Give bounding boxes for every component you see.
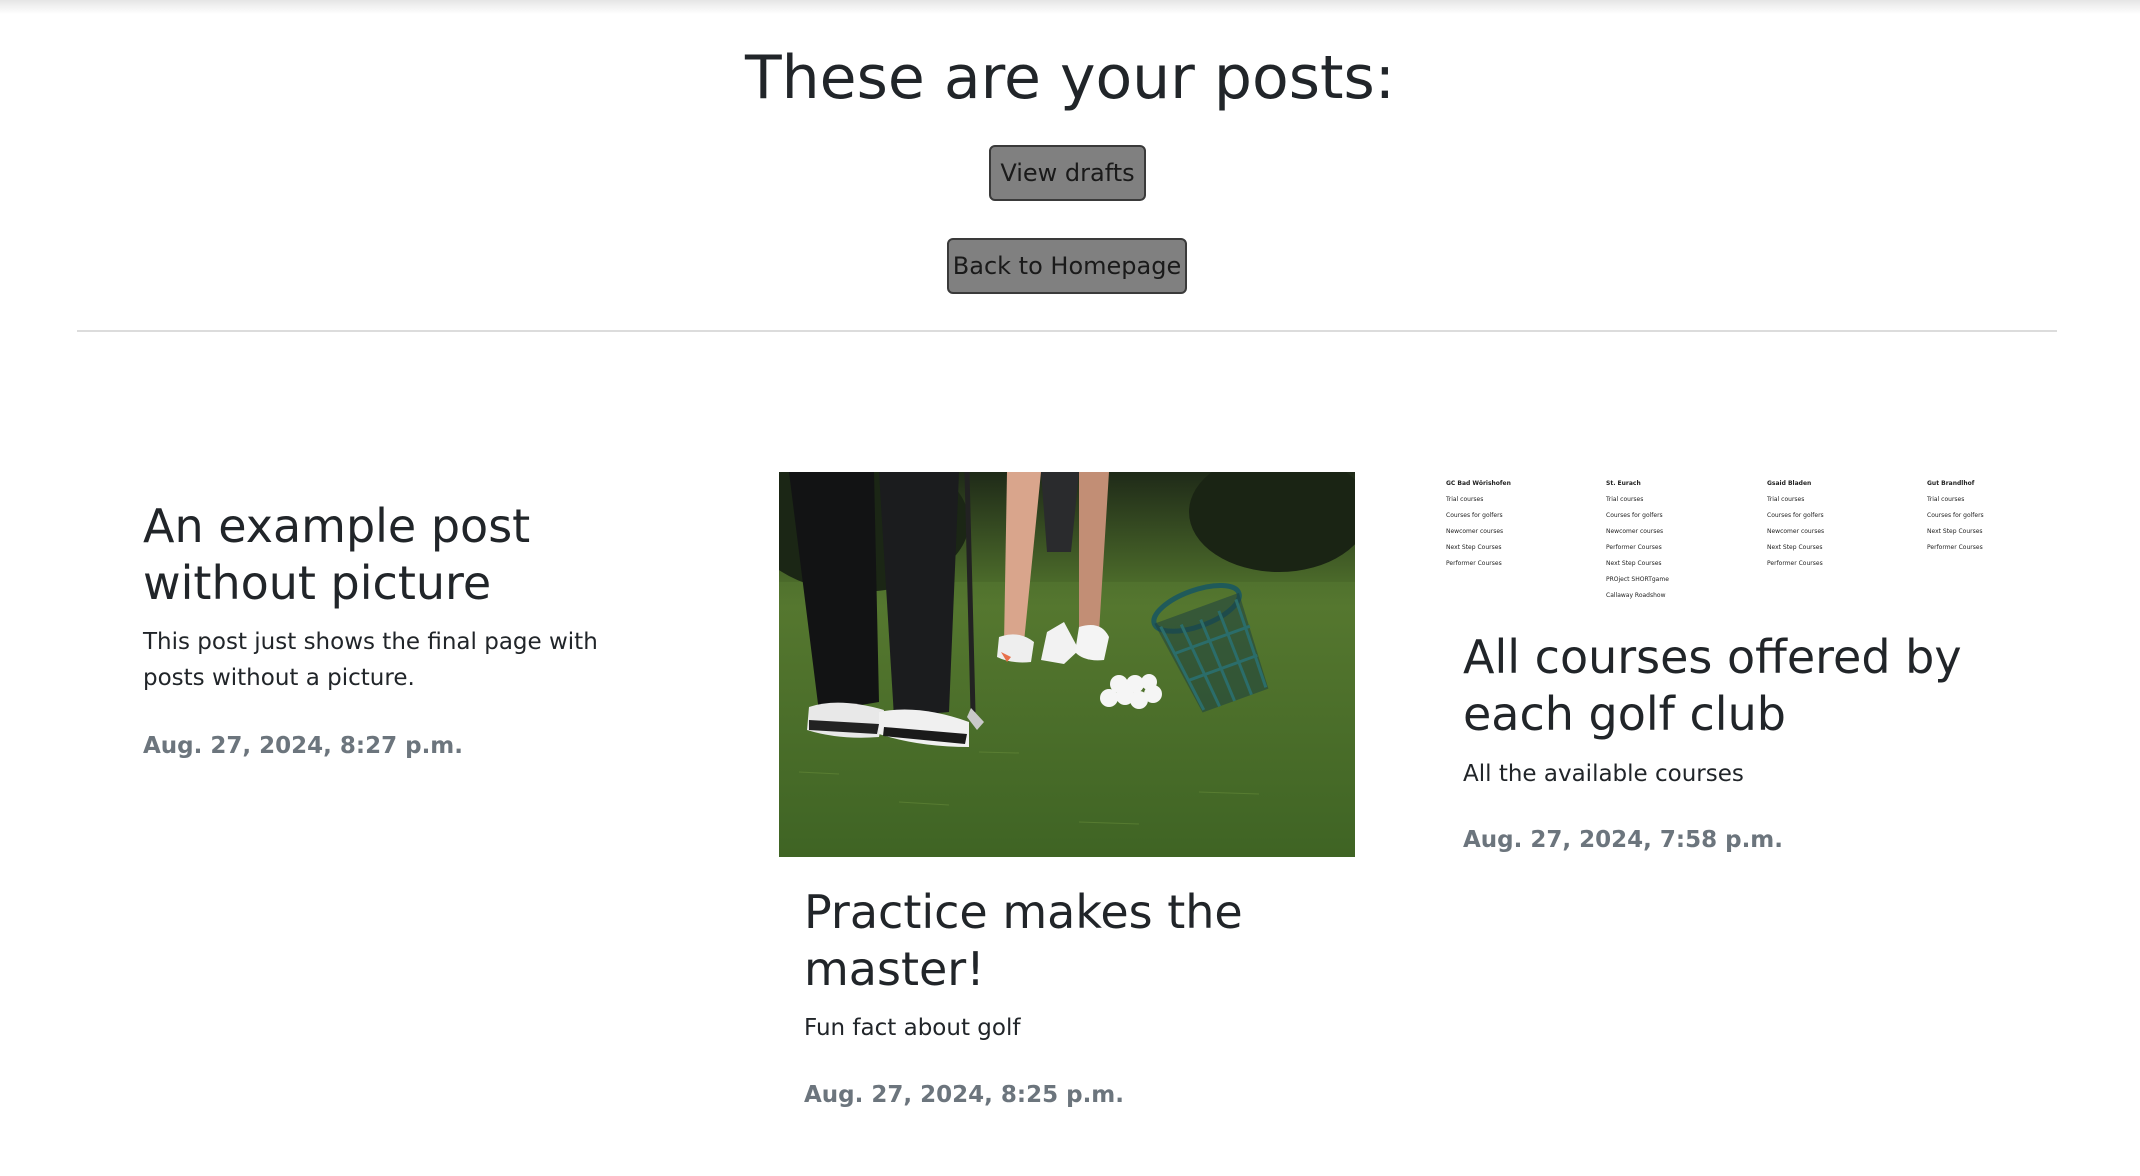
course-item: Courses for golfers (1927, 512, 1984, 519)
club-column: St. Eurach Trial courses Courses for gol… (1606, 476, 1756, 604)
top-shadow (0, 0, 2140, 14)
post-image[interactable] (779, 472, 1355, 857)
post-date: Aug. 27, 2024, 7:58 p.m. (1463, 827, 1784, 853)
course-item: Next Step Courses (1927, 528, 1983, 535)
course-item: Next Step Courses (1767, 544, 1823, 551)
view-drafts-button[interactable]: View drafts (989, 145, 1146, 201)
club-name: St. Eurach (1606, 480, 1641, 487)
post-title[interactable]: An example post without picture (143, 498, 683, 612)
course-item: PROject SHORTgame (1606, 576, 1669, 583)
club-name: GC Bad Wörishofen (1446, 480, 1511, 487)
course-item: Performer Courses (1927, 544, 1983, 551)
course-item: Courses for golfers (1767, 512, 1824, 519)
course-item: Callaway Roadshow (1606, 592, 1666, 599)
post-excerpt: Fun fact about golf (804, 1015, 1021, 1041)
back-to-homepage-button[interactable]: Back to Homepage (947, 238, 1187, 294)
club-name: Gut Brandlhof (1927, 480, 1975, 487)
post-title[interactable]: Practice makes the master! (804, 884, 1344, 998)
course-item: Trial courses (1767, 496, 1805, 503)
post-date: Aug. 27, 2024, 8:25 p.m. (804, 1082, 1125, 1108)
club-column: GC Bad Wörishofen Trial courses Courses … (1446, 476, 1596, 572)
club-column: Gsaid Bladen Trial courses Courses for g… (1767, 476, 1917, 572)
golf-practice-photo (779, 472, 1355, 857)
course-item: Next Step Courses (1606, 560, 1662, 567)
course-item: Newcomer courses (1606, 528, 1664, 535)
post-excerpt: This post just shows the final page with… (143, 629, 598, 691)
course-item: Next Step Courses (1446, 544, 1502, 551)
page-title: These are your posts: (745, 43, 1395, 113)
course-item: Courses for golfers (1446, 512, 1503, 519)
course-item: Performer Courses (1767, 560, 1823, 567)
course-item: Trial courses (1927, 496, 1965, 503)
course-item: Newcomer courses (1767, 528, 1825, 535)
course-item: Courses for golfers (1606, 512, 1663, 519)
post-excerpt: All the available courses (1463, 761, 1744, 787)
course-item: Trial courses (1446, 496, 1484, 503)
club-column: Gut Brandlhof Trial courses Courses for … (1927, 476, 2015, 556)
course-item: Newcomer courses (1446, 528, 1504, 535)
post-title[interactable]: All courses offered by each golf club (1463, 629, 2023, 743)
post-date: Aug. 27, 2024, 8:27 p.m. (143, 733, 464, 759)
divider (77, 330, 2057, 332)
course-item: Performer Courses (1446, 560, 1502, 567)
course-item: Trial courses (1606, 496, 1644, 503)
course-item: Performer Courses (1606, 544, 1662, 551)
post-image[interactable]: GC Bad Wörishofen Trial courses Courses … (1440, 472, 2015, 604)
club-name: Gsaid Bladen (1767, 480, 1812, 487)
